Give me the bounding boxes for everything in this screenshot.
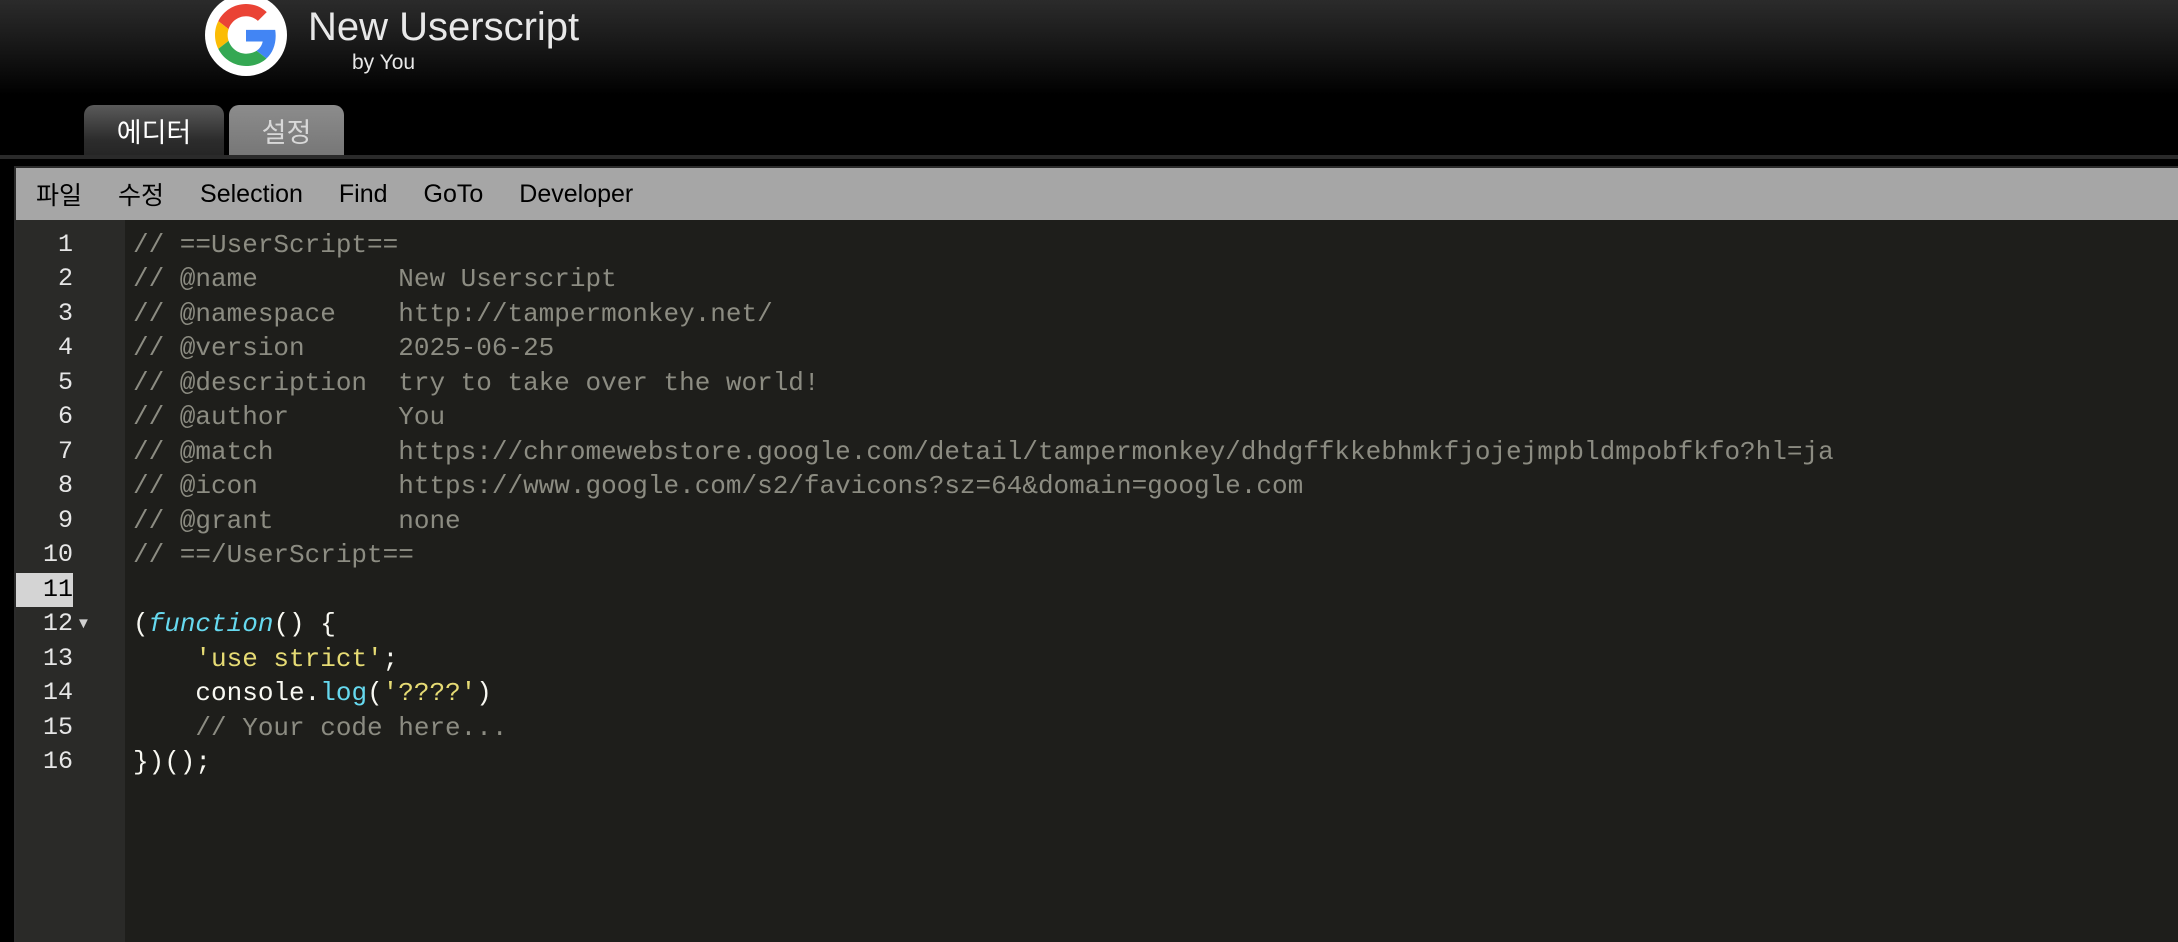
line-number: 1: [57, 230, 73, 259]
code-line: // Your code here...: [133, 713, 508, 743]
code-line: 'use strict';: [133, 642, 398, 676]
line-number: 8: [57, 471, 73, 500]
line-number: 14: [42, 678, 73, 707]
code-line: // @namespace http://tampermonkey.net/: [133, 299, 773, 329]
header: New Userscript by You 에디터 설정: [0, 0, 2178, 160]
menu-developer[interactable]: Developer: [519, 180, 633, 209]
menu-selection[interactable]: Selection: [200, 180, 303, 209]
code-string: 'use strict': [195, 644, 383, 674]
code-token: ): [476, 678, 492, 708]
code-token: (: [133, 609, 149, 639]
tampermonkey-editor-window: New Userscript by You 에디터 설정 파일 수정 Selec…: [0, 0, 2178, 942]
tab-editor[interactable]: 에디터: [84, 105, 224, 155]
code-line: // ==/UserScript==: [133, 540, 414, 570]
line-number: 13: [42, 644, 73, 673]
code-line: // @description try to take over the wor…: [133, 368, 820, 398]
line-number: 2: [57, 264, 73, 293]
menu-file[interactable]: 파일: [36, 176, 82, 212]
code-line: console.log('????'): [133, 676, 492, 710]
fold-triangle-icon[interactable]: ▼: [76, 607, 91, 641]
line-number-active: 11: [16, 573, 73, 607]
menu-goto[interactable]: GoTo: [424, 180, 484, 209]
code-token: (: [367, 678, 383, 708]
code-line: // @match https://chromewebstore.google.…: [133, 437, 1834, 467]
line-number: 15: [42, 713, 73, 742]
code-line: // @name New Userscript: [133, 264, 617, 294]
code-token: ;: [382, 644, 399, 674]
code-string: '????': [382, 678, 477, 708]
code-line: // @version 2025-06-25: [133, 333, 555, 363]
google-g-icon: [205, 0, 287, 76]
code-line: // @icon https://www.google.com/s2/favic…: [133, 471, 1304, 501]
line-number: 16: [42, 747, 73, 776]
line-number: 10: [42, 540, 73, 569]
code-token: () {: [273, 609, 336, 639]
code-token: console.: [195, 678, 321, 708]
line-number: 6: [57, 402, 73, 431]
line-number: 12: [42, 609, 73, 638]
code-keyword: function: [148, 609, 274, 639]
script-title: New Userscript: [308, 5, 580, 49]
tab-divider: [0, 155, 2178, 159]
line-number: 4: [57, 333, 73, 362]
code-line: // @author You: [133, 402, 446, 432]
editor-menubar: 파일 수정 Selection Find GoTo Developer: [16, 168, 2178, 220]
code-line: })();: [133, 747, 212, 777]
code-line: // @grant none: [133, 506, 461, 536]
line-number: 5: [57, 368, 73, 397]
code-line: (function() {: [133, 607, 336, 641]
tab-settings[interactable]: 설정: [229, 105, 344, 155]
menu-edit[interactable]: 수정: [118, 176, 164, 212]
script-author: by You: [352, 51, 416, 74]
line-number: 9: [57, 506, 73, 535]
code-method: log: [320, 678, 368, 708]
code-line: // ==UserScript==: [133, 230, 399, 260]
line-number: 7: [57, 437, 73, 466]
menu-find[interactable]: Find: [339, 180, 388, 209]
line-number: 3: [57, 299, 73, 328]
